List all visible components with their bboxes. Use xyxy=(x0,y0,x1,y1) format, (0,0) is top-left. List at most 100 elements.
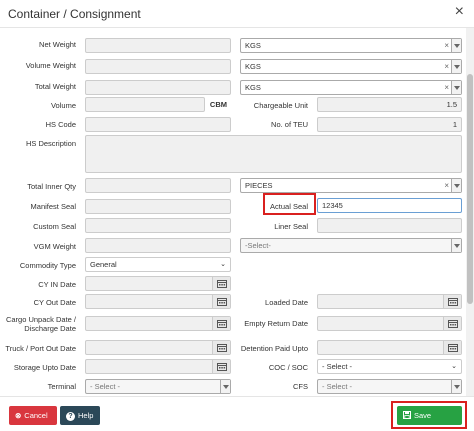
calendar-icon[interactable] xyxy=(212,317,230,330)
hs-description-textarea[interactable] xyxy=(85,135,462,173)
volume-weight-unit-value: KGS xyxy=(245,62,261,71)
detention-paid-upto-input[interactable] xyxy=(317,340,462,355)
custom-seal-input[interactable] xyxy=(85,218,231,233)
no-of-teu-label: No. of TEU xyxy=(271,120,308,129)
coc-soc-select[interactable]: - Select - ⌄ xyxy=(317,359,462,374)
terminal-select[interactable]: - Select - xyxy=(85,379,231,394)
total-weight-unit-select[interactable]: KGS × xyxy=(240,80,462,95)
liner-seal-label: Liner Seal xyxy=(274,222,308,231)
net-weight-label: Net Weight xyxy=(39,40,76,49)
form-scrollbar[interactable] xyxy=(466,28,474,396)
modal-title: Container / Consignment xyxy=(8,7,141,21)
cancel-button[interactable]: ⊗ Cancel xyxy=(9,406,57,425)
volume-weight-unit-select[interactable]: KGS × xyxy=(240,59,462,74)
dropdown-arrow-icon[interactable] xyxy=(451,380,461,393)
cy-in-date-input[interactable] xyxy=(85,276,231,291)
save-changes-button[interactable]: Save Changes xyxy=(397,406,462,431)
total-inner-qty-label: Total Inner Qty xyxy=(27,182,76,191)
hs-code-input[interactable] xyxy=(85,117,231,132)
truck-port-out-date-input[interactable] xyxy=(85,340,231,355)
volume-weight-input[interactable] xyxy=(85,59,231,74)
cfs-placeholder: - Select - xyxy=(322,382,353,391)
chevron-down-icon: ⌄ xyxy=(451,363,457,370)
save-icon xyxy=(403,406,411,425)
commodity-type-value: General xyxy=(90,260,117,269)
cfs-select[interactable]: - Select - xyxy=(317,379,462,394)
vgm-weight-unit-select[interactable]: -Select- xyxy=(240,238,462,253)
actual-seal-input[interactable]: 12345 xyxy=(317,198,462,213)
chargeable-unit-input[interactable]: 1.5 xyxy=(317,97,462,112)
modal-header: Container / Consignment × xyxy=(0,0,474,28)
net-weight-unit-value: KGS xyxy=(245,41,261,50)
truck-port-out-date-label: Truck / Port Out Date xyxy=(5,344,76,353)
empty-return-date-input[interactable] xyxy=(317,316,462,331)
cancel-label: Cancel xyxy=(24,411,48,420)
vgm-weight-unit-placeholder: -Select- xyxy=(245,241,271,250)
clear-icon[interactable]: × xyxy=(444,39,449,52)
total-weight-label: Total Weight xyxy=(34,82,76,91)
dropdown-arrow-icon[interactable] xyxy=(451,81,461,94)
terminal-placeholder: - Select - xyxy=(90,382,121,391)
dropdown-arrow-icon[interactable] xyxy=(451,39,461,52)
net-weight-input[interactable] xyxy=(85,38,231,53)
consignment-form: Net Weight KGS × Volume Weight KGS × Tot… xyxy=(0,28,474,396)
cargo-unpack-date-label: Cargo Unpack Date / Discharge Date xyxy=(0,315,76,333)
cargo-unpack-date-label-line2: Discharge Date xyxy=(24,324,76,333)
calendar-icon[interactable] xyxy=(443,295,461,308)
loaded-date-input[interactable] xyxy=(317,294,462,309)
volume-input[interactable] xyxy=(85,97,205,112)
volume-weight-label: Volume Weight xyxy=(25,61,76,70)
x-circle-icon: ⊗ xyxy=(15,411,22,420)
hs-description-label: HS Description xyxy=(25,139,76,148)
calendar-icon[interactable] xyxy=(443,317,461,330)
actual-seal-highlight xyxy=(263,193,316,215)
cfs-label: CFS xyxy=(293,382,308,391)
vgm-weight-input[interactable] xyxy=(85,238,231,253)
modal-footer: ⊗Cancel ?Help Save Changes xyxy=(0,396,474,431)
chevron-down-icon: ⌄ xyxy=(220,261,226,268)
close-icon[interactable]: × xyxy=(455,4,464,20)
cy-out-date-input[interactable] xyxy=(85,294,231,309)
total-weight-unit-value: KGS xyxy=(245,83,261,92)
commodity-type-select[interactable]: General ⌄ xyxy=(85,257,231,272)
hs-code-label: HS Code xyxy=(45,120,76,129)
cy-in-date-label: CY IN Date xyxy=(38,280,76,289)
empty-return-date-label: Empty Return Date xyxy=(244,319,308,328)
loaded-date-label: Loaded Date xyxy=(265,298,308,307)
clear-icon[interactable]: × xyxy=(444,60,449,73)
manifest-seal-input[interactable] xyxy=(85,199,231,214)
help-button[interactable]: ? Help xyxy=(60,406,100,425)
coc-soc-label: COC / SOC xyxy=(268,363,308,372)
calendar-icon[interactable] xyxy=(443,341,461,354)
storage-upto-date-input[interactable] xyxy=(85,359,231,374)
custom-seal-label: Custom Seal xyxy=(33,222,76,231)
dropdown-arrow-icon[interactable] xyxy=(451,239,461,252)
clear-icon[interactable]: × xyxy=(444,179,449,192)
dropdown-arrow-icon[interactable] xyxy=(451,179,461,192)
chargeable-unit-label: Chargeable Unit xyxy=(253,101,308,110)
calendar-icon[interactable] xyxy=(212,295,230,308)
clear-icon[interactable]: × xyxy=(444,81,449,94)
help-icon: ? xyxy=(66,411,75,421)
total-inner-qty-unit-select[interactable]: PIECES × xyxy=(240,178,462,193)
no-of-teu-input[interactable]: 1 xyxy=(317,117,462,132)
calendar-icon[interactable] xyxy=(212,360,230,373)
cy-out-date-label: CY Out Date xyxy=(33,298,76,307)
net-weight-unit-select[interactable]: KGS × xyxy=(240,38,462,53)
liner-seal-input[interactable] xyxy=(317,218,462,233)
commodity-type-label: Commodity Type xyxy=(19,261,76,270)
calendar-icon[interactable] xyxy=(212,341,230,354)
calendar-icon[interactable] xyxy=(212,277,230,290)
manifest-seal-label: Manifest Seal xyxy=(30,202,76,211)
vgm-weight-label: VGM Weight xyxy=(33,242,76,251)
volume-unit: CBM xyxy=(209,100,227,109)
help-label: Help xyxy=(78,411,94,420)
scrollbar-thumb[interactable] xyxy=(467,74,473,304)
dropdown-arrow-icon[interactable] xyxy=(451,60,461,73)
cargo-unpack-date-input[interactable] xyxy=(85,316,231,331)
dropdown-arrow-icon[interactable] xyxy=(220,380,230,393)
volume-label: Volume xyxy=(50,101,76,110)
total-inner-qty-input[interactable] xyxy=(85,178,231,193)
total-weight-input[interactable] xyxy=(85,80,231,95)
terminal-label: Terminal xyxy=(47,382,76,391)
